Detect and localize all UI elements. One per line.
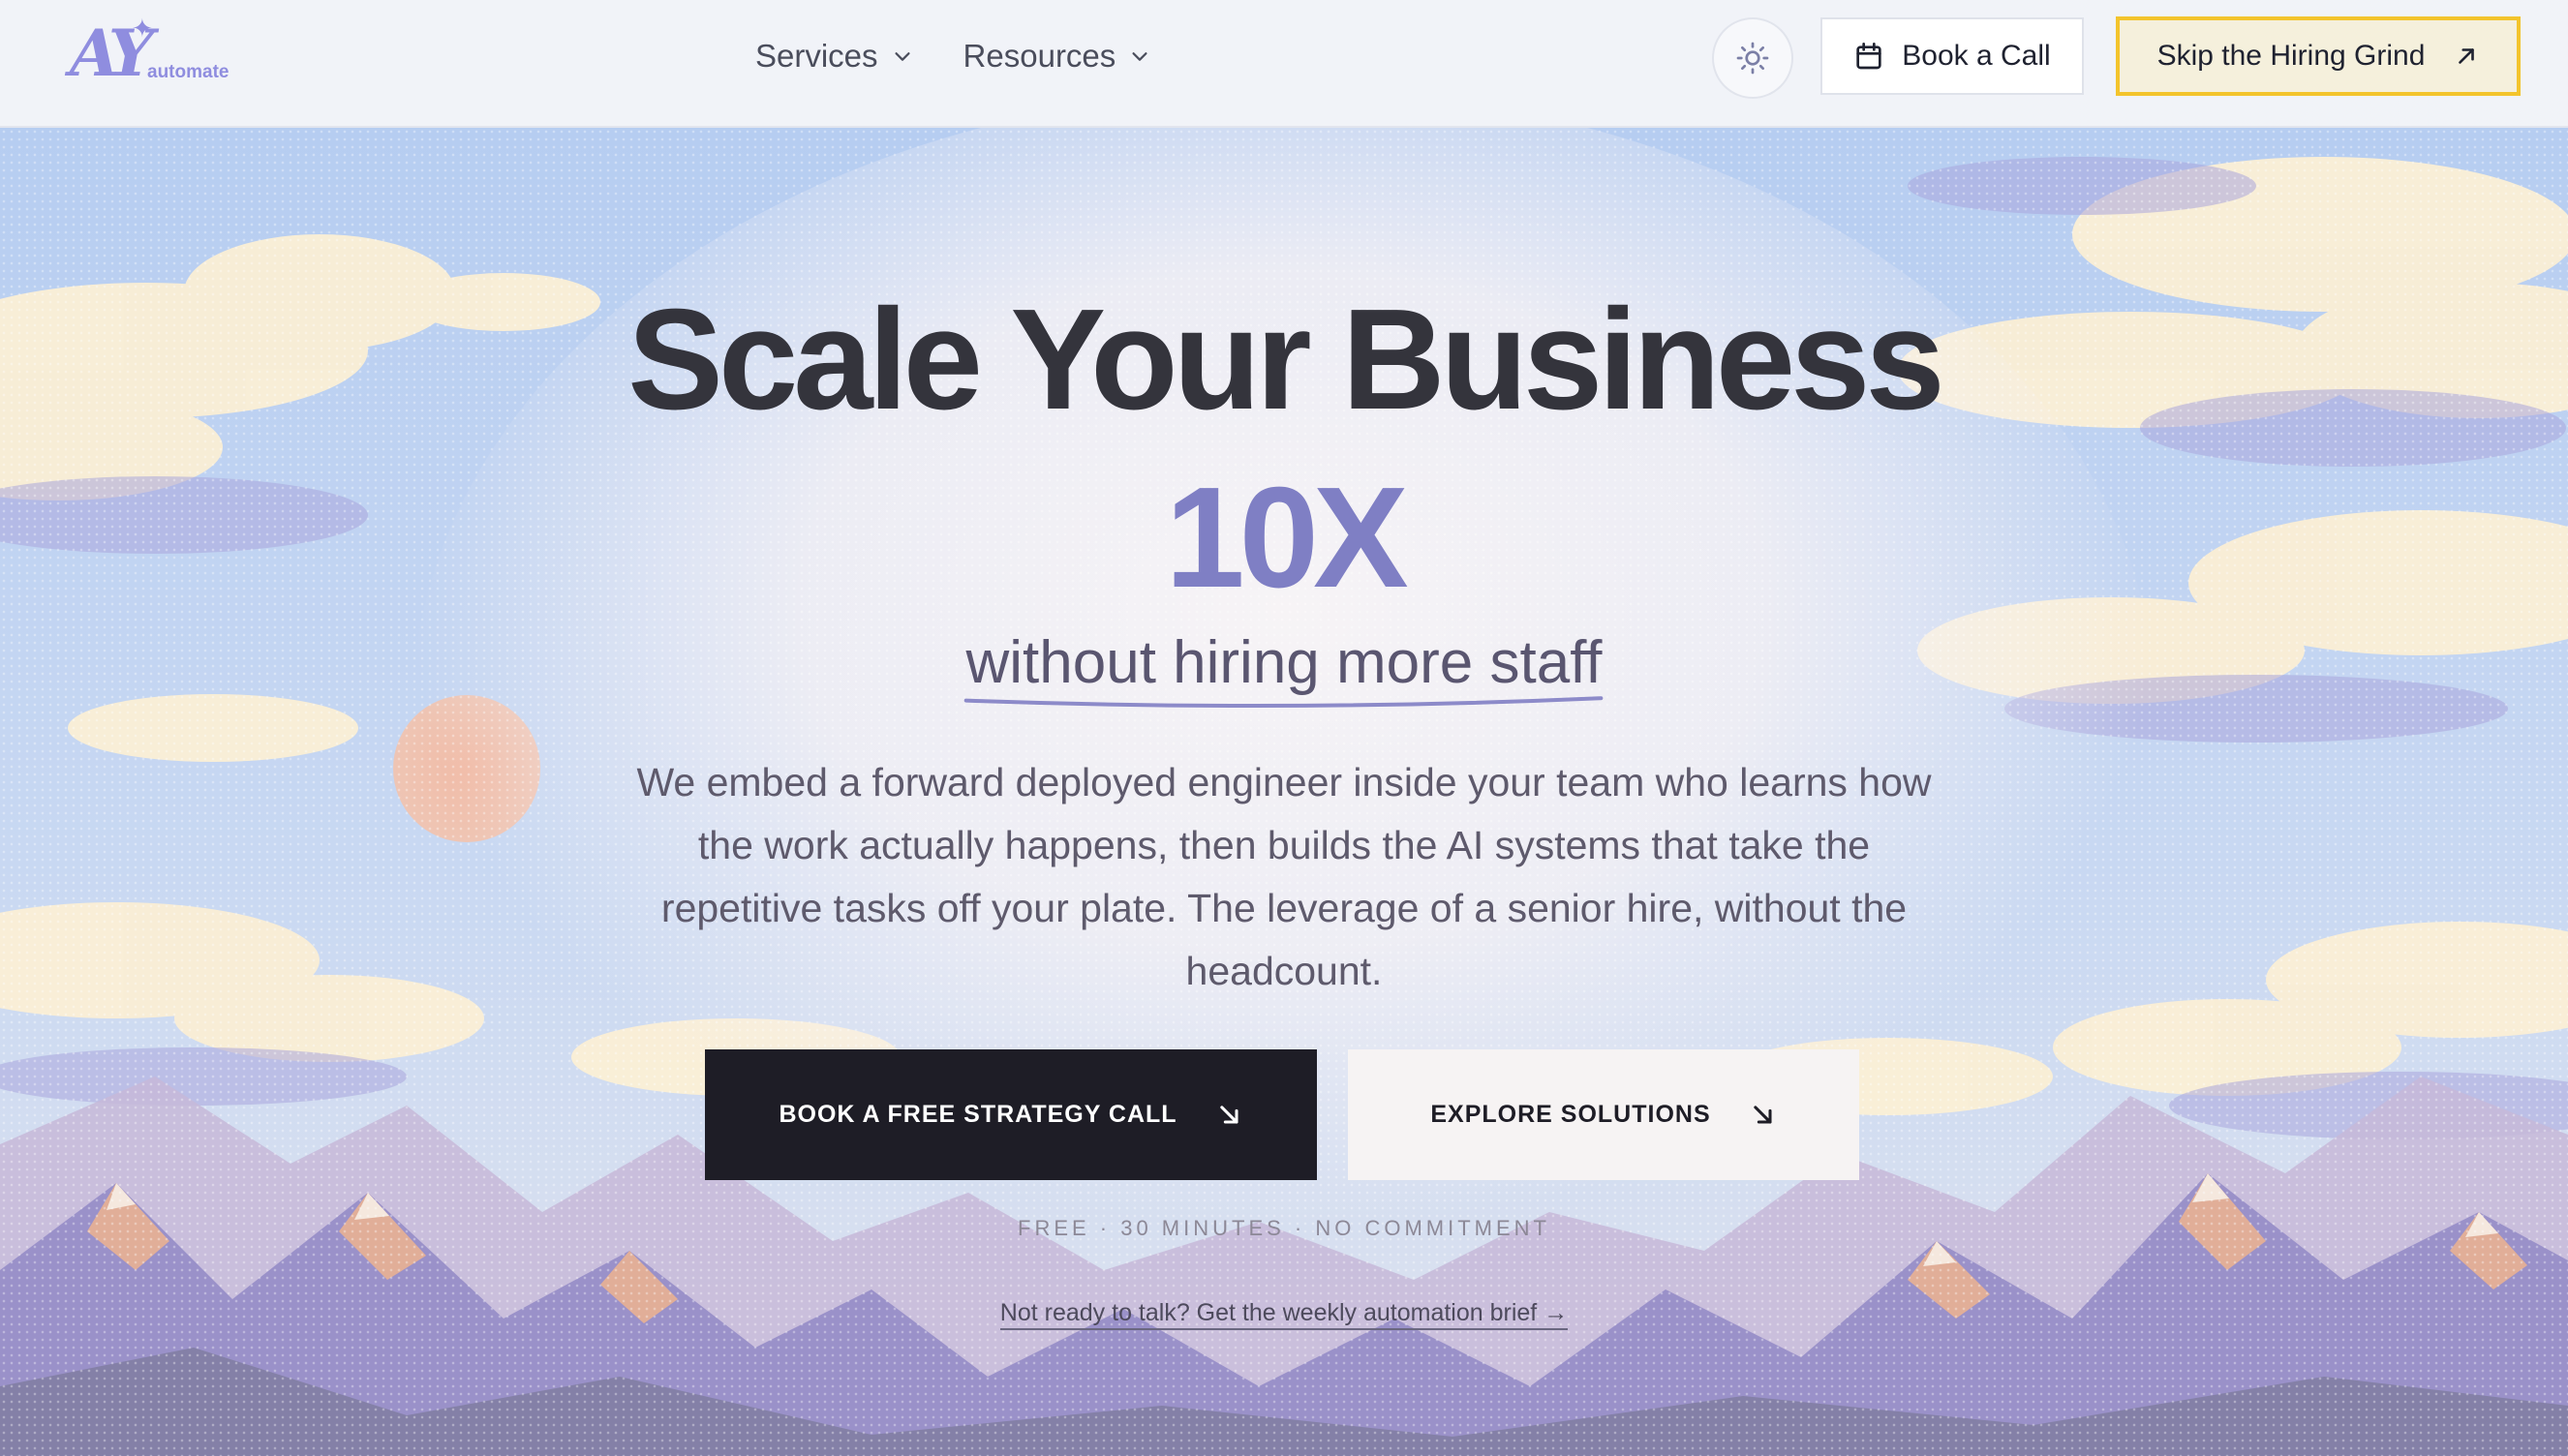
arrow-down-right-icon: [1219, 1105, 1238, 1124]
hero-subline: without hiring more staff: [965, 633, 1602, 693]
nav-item-label: Resources: [963, 38, 1116, 74]
skip-hiring-grind-label: Skip the Hiring Grind: [2156, 40, 2426, 72]
nav-item-services[interactable]: Services: [755, 31, 913, 81]
nav-item-label: Services: [755, 38, 878, 74]
chevron-down-icon: [1132, 52, 1147, 61]
hero-highlight: 10X: [1165, 458, 1408, 618]
sun-icon: [1736, 42, 1769, 75]
sparkle-icon: ✦: [132, 14, 153, 43]
cta-note: FREE · 30 MINUTES · NO COMMITMENT: [1018, 1216, 1550, 1240]
book-strategy-call-button[interactable]: BOOK A FREE STRATEGY CALL: [705, 1049, 1317, 1180]
book-call-button[interactable]: Book a Call: [1820, 17, 2084, 95]
theme-toggle-button[interactable]: [1712, 17, 1793, 99]
explore-solutions-label: EXPLORE SOLUTIONS: [1430, 1101, 1711, 1128]
nav-item-resources[interactable]: Resources: [963, 31, 1151, 81]
squiggle-underline: [960, 691, 1607, 714]
hero-headline: Scale Your Business: [627, 280, 1945, 440]
hero-description: We embed a forward deployed engineer ins…: [636, 760, 1932, 993]
book-call-label: Book a Call: [1902, 40, 2051, 72]
hero-subline-wrap: without hiring more staff: [0, 633, 2568, 693]
book-strategy-call-label: BOOK A FREE STRATEGY CALL: [779, 1101, 1177, 1128]
main-nav: Services Resources: [755, 31, 1150, 81]
weekly-brief-link[interactable]: Not ready to talk? Get the weekly automa…: [999, 1299, 1569, 1330]
weekly-brief-link-wrap: Not ready to talk? Get the weekly automa…: [0, 1299, 2568, 1330]
logo[interactable]: AY ✦ automate: [70, 14, 234, 91]
arrow-up-right-icon: [2459, 48, 2475, 64]
explore-solutions-button[interactable]: EXPLORE SOLUTIONS: [1348, 1049, 1859, 1180]
calendar-icon: [1856, 43, 1881, 70]
hero-subline-text: without hiring more staff: [965, 629, 1603, 696]
skip-hiring-grind-button[interactable]: Skip the Hiring Grind: [2116, 16, 2521, 96]
logo-wordmark: automate: [147, 62, 229, 82]
chevron-down-icon: [894, 52, 910, 61]
arrow-down-right-icon: [1753, 1105, 1772, 1124]
site-header: AY ✦ automate Services Resources Book a …: [0, 0, 2568, 128]
hero-section: Scale Your Business 10X without hiring m…: [0, 0, 2568, 1456]
